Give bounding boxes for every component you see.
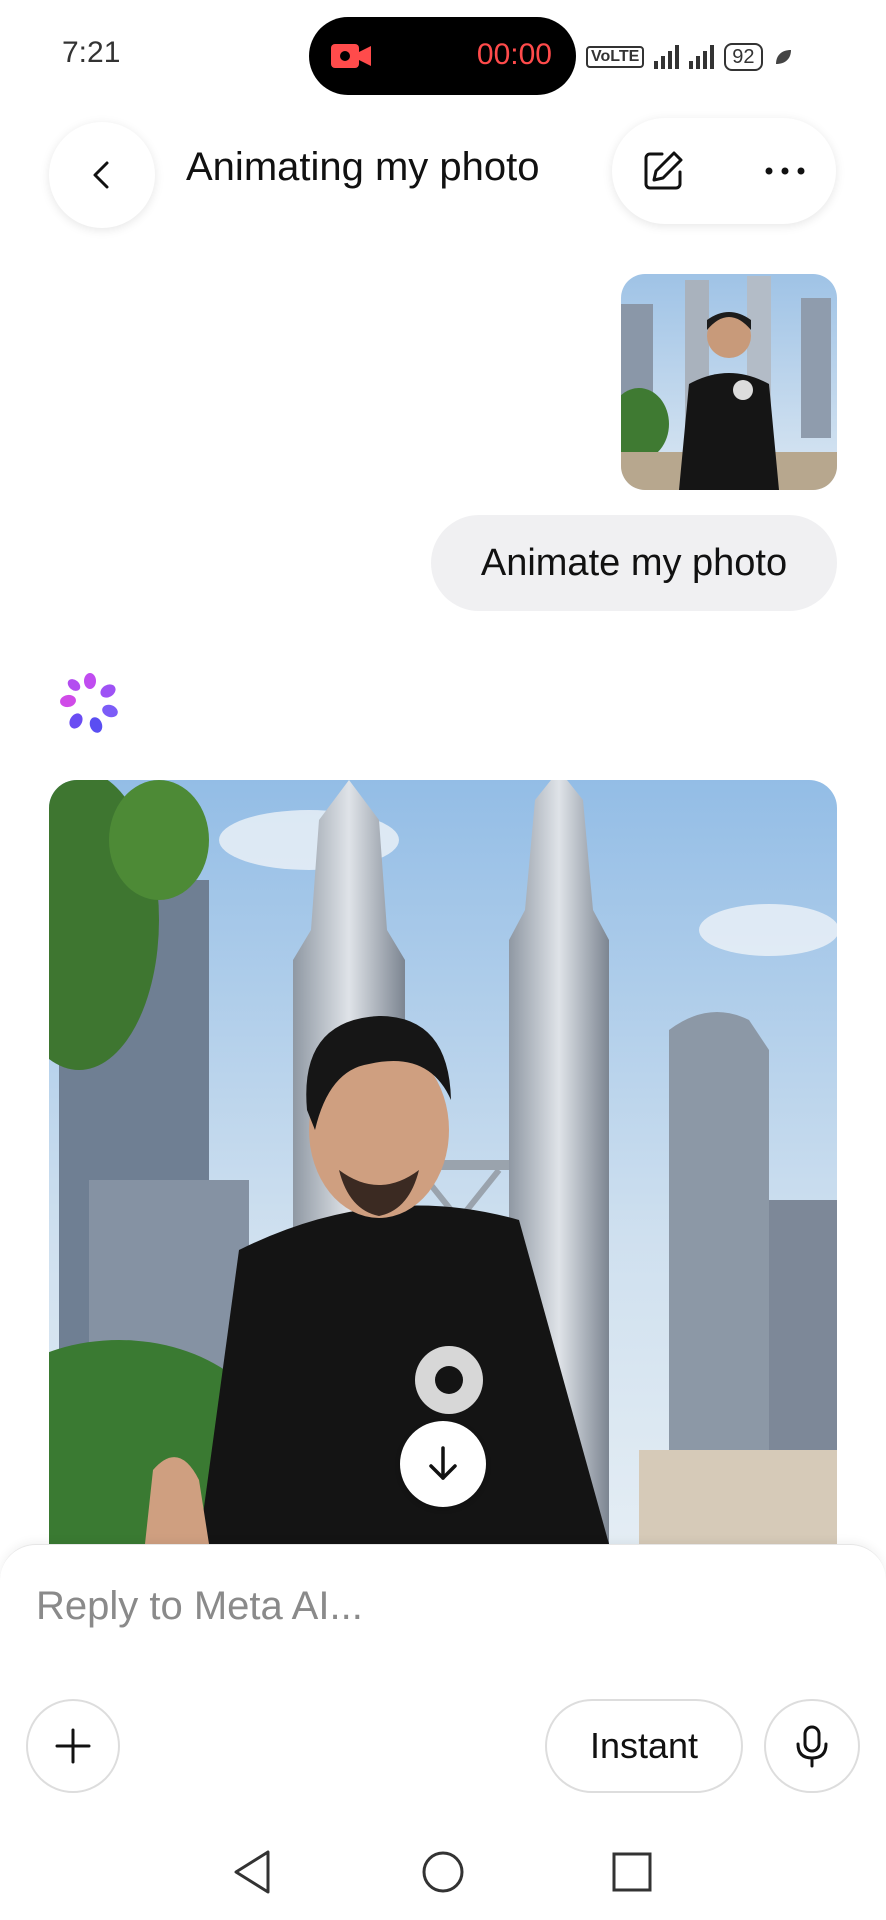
plus-icon bbox=[55, 1728, 91, 1764]
edit-icon bbox=[644, 151, 683, 190]
edit-button[interactable] bbox=[640, 148, 686, 194]
nav-recents-icon[interactable] bbox=[604, 1844, 660, 1900]
system-navbar bbox=[0, 1824, 886, 1920]
add-attachment-button[interactable] bbox=[26, 1699, 120, 1793]
signal-icon bbox=[654, 45, 680, 69]
instant-mode-button[interactable]: Instant bbox=[545, 1699, 743, 1793]
screen-record-pill[interactable]: 00:00 bbox=[309, 17, 576, 95]
leaf-icon bbox=[775, 50, 791, 64]
reply-input[interactable] bbox=[34, 1575, 838, 1637]
system-icons: VoLTE 92 bbox=[586, 42, 793, 72]
microphone-button[interactable] bbox=[764, 1699, 860, 1793]
status-time: 7:21 bbox=[62, 36, 121, 69]
photo-thumbnail bbox=[621, 274, 837, 490]
meta-ai-logo-icon bbox=[60, 673, 118, 733]
more-options-button[interactable] bbox=[762, 148, 808, 194]
record-camera-icon bbox=[331, 44, 371, 68]
download-arrow-icon bbox=[429, 1446, 457, 1480]
user-uploaded-photo[interactable] bbox=[621, 274, 837, 490]
download-button[interactable] bbox=[400, 1421, 486, 1507]
record-timer: 00:00 bbox=[476, 38, 552, 71]
volte-badge: VoLTE bbox=[586, 46, 645, 68]
back-button[interactable] bbox=[49, 122, 155, 228]
chevron-left-icon bbox=[93, 161, 109, 189]
user-message-bubble: Animate my photo bbox=[431, 515, 837, 611]
signal-4g-icon bbox=[689, 45, 715, 69]
mic-icon bbox=[796, 1725, 828, 1768]
battery-indicator: 92 bbox=[724, 43, 763, 71]
header-actions bbox=[612, 118, 836, 224]
more-horizontal-icon bbox=[765, 167, 805, 175]
nav-home-icon[interactable] bbox=[415, 1844, 471, 1900]
page-title: Animating my photo bbox=[186, 145, 540, 189]
composer: Instant bbox=[0, 1544, 886, 1825]
nav-back-icon[interactable] bbox=[226, 1844, 282, 1900]
